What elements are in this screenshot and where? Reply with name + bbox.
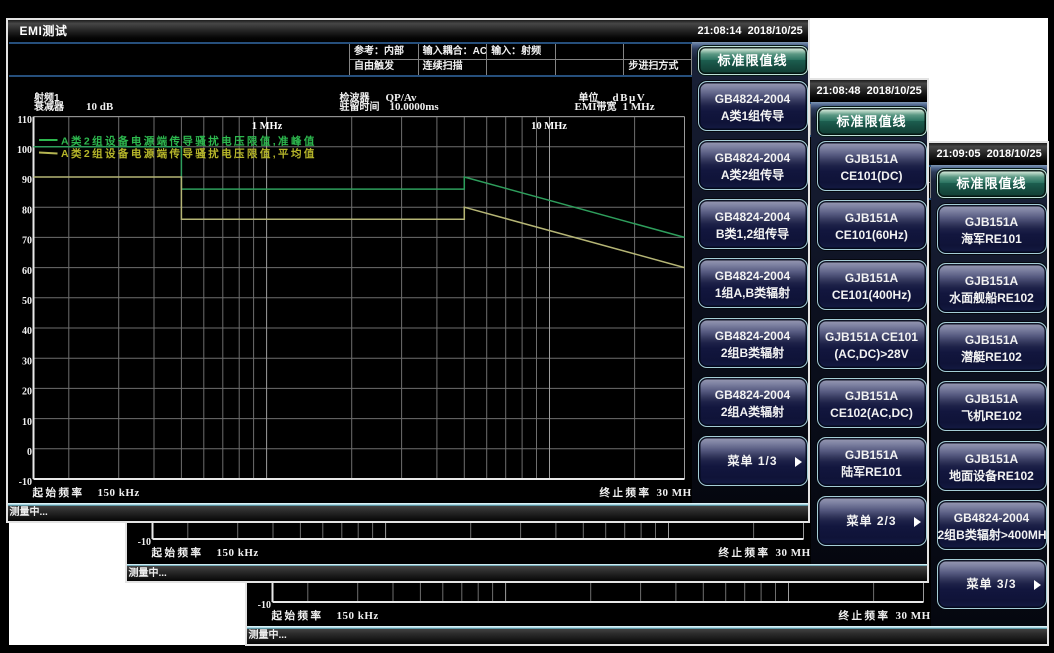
- svg-text:A类2组设备电源端传导骚扰电压限值,准峰值: A类2组设备电源端传导骚扰电压限值,准峰值: [61, 134, 317, 147]
- svg-text:-10: -10: [18, 477, 31, 488]
- svg-text:10: 10: [22, 416, 32, 427]
- svg-text:-10: -10: [257, 600, 270, 611]
- svg-text:40: 40: [22, 326, 32, 337]
- svg-text:-10: -10: [137, 537, 150, 548]
- svg-text:1 MHz: 1 MHz: [251, 121, 282, 132]
- svg-text:60: 60: [22, 265, 32, 276]
- svg-text:80: 80: [22, 205, 32, 216]
- svg-text:30: 30: [22, 356, 32, 367]
- svg-text:100: 100: [17, 145, 32, 156]
- svg-text:110: 110: [17, 114, 31, 125]
- svg-text:50: 50: [22, 296, 32, 307]
- svg-text:20: 20: [22, 386, 32, 397]
- svg-text:70: 70: [22, 235, 32, 246]
- svg-text:90: 90: [22, 175, 32, 186]
- svg-text:A类2组设备电源端传导骚扰电压限值,平均值: A类2组设备电源端传导骚扰电压限值,平均值: [61, 147, 317, 160]
- svg-text:10 MHz: 10 MHz: [531, 121, 567, 132]
- svg-text:0: 0: [27, 447, 32, 458]
